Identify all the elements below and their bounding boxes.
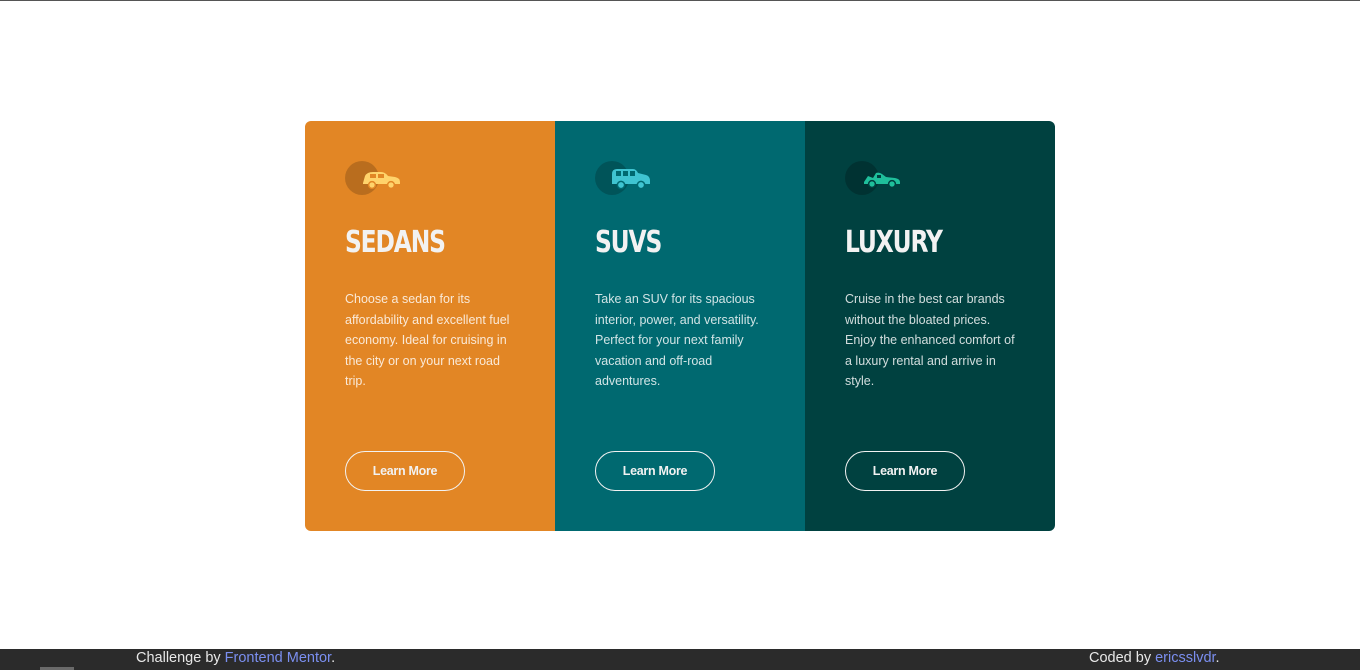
card-title: SUVS (595, 225, 662, 260)
card-sedans: SEDANS Choose a sedan for its affordabil… (305, 121, 555, 531)
card-description: Cruise in the best car brands without th… (845, 292, 1015, 388)
frontend-mentor-link[interactable]: Frontend Mentor (225, 650, 331, 666)
card-description: Take an SUV for its spacious interior, p… (595, 292, 759, 388)
author-link[interactable]: ericsslvdr (1155, 650, 1215, 666)
coded-suffix: . (1215, 650, 1220, 666)
suv-car-icon (595, 161, 650, 195)
learn-more-button-sedans[interactable]: Learn More (345, 451, 465, 491)
coded-prefix: Coded by (1089, 650, 1156, 666)
attribution-footer: Challenge by Frontend Mentor. Coded by e… (0, 649, 1360, 670)
challenge-attribution: Challenge by Frontend Mentor. (136, 650, 335, 666)
card-description: Choose a sedan for its affordability and… (345, 292, 510, 388)
learn-more-button-suvs[interactable]: Learn More (595, 451, 715, 491)
card-title: LUXURY (845, 225, 943, 260)
top-border (0, 0, 1360, 1)
sedan-car-icon (345, 161, 400, 195)
car-category-cards: SEDANS Choose a sedan for its affordabil… (305, 121, 1055, 531)
challenge-suffix: . (331, 650, 336, 666)
card-luxury: LUXURY Cruise in the best car brands wit… (805, 121, 1055, 531)
learn-more-button-luxury[interactable]: Learn More (845, 451, 965, 491)
coder-attribution: Coded by ericsslvdr. (1089, 650, 1220, 666)
card-suvs: SUVS Take an SUV for its spacious interi… (555, 121, 805, 531)
luxury-car-icon (845, 161, 900, 195)
card-title: SEDANS (345, 225, 446, 260)
challenge-prefix: Challenge by (136, 650, 225, 666)
